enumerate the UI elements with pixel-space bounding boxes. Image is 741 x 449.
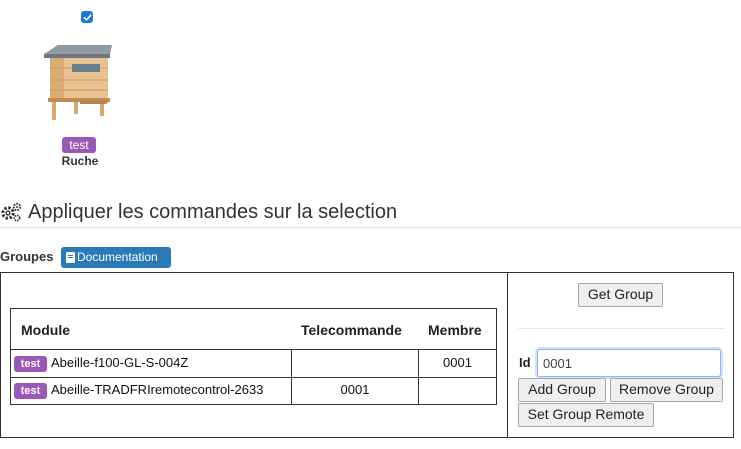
gears-icon bbox=[1, 202, 22, 222]
section-heading: Appliquer les commandes sur la selection bbox=[0, 199, 397, 225]
header-telecommande: Telecommande bbox=[301, 322, 402, 338]
table-row: test Abeille-f100-GL-S-004Z bbox=[14, 350, 290, 377]
row-membre: 0001 bbox=[443, 355, 472, 370]
add-group-button[interactable]: Add Group bbox=[518, 378, 606, 402]
row-tag-badge: test bbox=[14, 356, 47, 372]
documentation-button[interactable]: Documentation bbox=[61, 247, 171, 268]
remove-group-button[interactable]: Remove Group bbox=[610, 378, 723, 402]
header-module: Module bbox=[21, 322, 70, 338]
row-module: Abeille-f100-GL-S-004Z bbox=[51, 355, 189, 370]
id-label: Id bbox=[519, 355, 531, 370]
section-title: Appliquer les commandes sur la selection bbox=[28, 200, 398, 223]
set-group-remote-button[interactable]: Set Group Remote bbox=[518, 403, 654, 427]
groups-label: Groupes bbox=[0, 249, 54, 264]
documentation-label: Documentation bbox=[77, 250, 158, 264]
row-tag-badge: test bbox=[14, 383, 47, 399]
table-row: test Abeille-TRADFRIremotecontrol-2633 bbox=[14, 378, 290, 405]
divider bbox=[518, 328, 724, 329]
device-name: Ruche bbox=[61, 154, 99, 168]
divider bbox=[0, 227, 741, 228]
device-tag-badge: test bbox=[62, 137, 96, 153]
device-select-checkbox[interactable] bbox=[81, 11, 93, 23]
check-icon bbox=[83, 13, 92, 21]
group-id-input[interactable] bbox=[537, 349, 721, 377]
header-membre: Membre bbox=[428, 322, 482, 338]
row-module: Abeille-TRADFRIremotecontrol-2633 bbox=[51, 382, 264, 397]
get-group-button[interactable]: Get Group bbox=[578, 283, 663, 307]
beehive-image[interactable] bbox=[40, 40, 116, 122]
panel-divider bbox=[507, 272, 508, 438]
book-icon bbox=[66, 252, 75, 263]
row-telecommande: 0001 bbox=[340, 382, 370, 397]
